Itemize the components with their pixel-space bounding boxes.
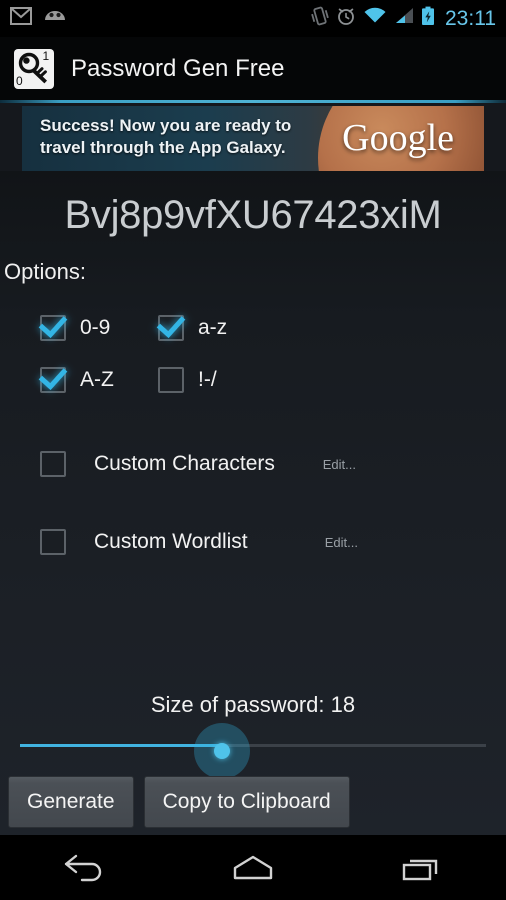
password-key-icon: 1 0 [14, 48, 54, 89]
option-label: !-/ [198, 368, 217, 391]
copy-to-clipboard-button[interactable]: Copy to Clipboard [143, 776, 350, 828]
option-label: A-Z [80, 368, 114, 391]
action-button-bar: Generate Copy to Clipboard [8, 776, 350, 828]
ad-banner[interactable]: Success! Now you are ready to travel thr… [22, 106, 484, 171]
ad-line-2: travel through the App Galaxy. [40, 138, 286, 157]
checkbox-lowercase[interactable] [158, 315, 184, 341]
signal-icon [394, 7, 414, 30]
option-custom-characters[interactable]: Custom Characters Edit... [0, 440, 506, 488]
generate-button[interactable]: Generate [8, 776, 134, 828]
option-symbols[interactable]: !-/ [158, 367, 217, 393]
home-icon[interactable] [169, 835, 338, 900]
password-size-slider[interactable] [20, 723, 486, 779]
title-bar-accent-line [0, 100, 506, 103]
status-bar-left-icons [10, 7, 68, 30]
checkbox-row: 0-9 a-z [40, 302, 506, 354]
android-mascot-icon [42, 7, 68, 30]
svg-text:0: 0 [16, 74, 23, 88]
edit-custom-wordlist-link[interactable]: Edit... [325, 535, 358, 550]
option-label: 0-9 [80, 316, 111, 339]
ad-headline: Success! Now you are ready to travel thr… [40, 115, 291, 159]
option-uppercase[interactable]: A-Z [40, 367, 158, 393]
checkbox-uppercase[interactable] [40, 367, 66, 393]
checkbox-custom-wordlist[interactable] [40, 529, 66, 555]
slider-fill [20, 744, 222, 747]
checkbox-symbols[interactable] [158, 367, 184, 393]
app-title-text: Password Gen Free [71, 54, 285, 82]
vibrate-icon [311, 6, 329, 31]
option-lowercase[interactable]: a-z [158, 315, 227, 341]
wifi-icon [363, 7, 387, 30]
generated-password[interactable]: Bvj8p9vfXU67423xiM [0, 171, 506, 238]
status-bar-right-icons: 23:11 [311, 6, 496, 31]
android-screen: 23:11 1 0 Password Gen Free Success! Now… [0, 0, 506, 900]
checkbox-digits[interactable] [40, 315, 66, 341]
checkbox-row: A-Z !-/ [40, 354, 506, 406]
alarm-icon [336, 6, 356, 31]
status-bar-clock: 23:11 [445, 7, 496, 30]
options-checkbox-grid: 0-9 a-z A-Z !-/ [0, 302, 506, 406]
password-size-label: Size of password: 18 [150, 692, 356, 717]
google-logo: Google [342, 117, 454, 159]
navigation-bar [0, 835, 506, 900]
svg-text:1: 1 [43, 49, 50, 63]
slider-thumb[interactable] [194, 723, 250, 779]
status-bar: 23:11 [0, 0, 506, 37]
option-label: Custom Characters [94, 452, 275, 475]
option-digits[interactable]: 0-9 [40, 315, 158, 341]
option-custom-wordlist[interactable]: Custom Wordlist Edit... [0, 518, 506, 566]
recents-icon[interactable] [337, 835, 506, 900]
gmail-icon [10, 7, 32, 30]
option-label: Custom Wordlist [94, 530, 248, 553]
checkbox-custom-characters[interactable] [40, 451, 66, 477]
main-content: Bvj8p9vfXU67423xiM Options: 0-9 a-z A-Z [0, 171, 506, 835]
edit-custom-characters-link[interactable]: Edit... [323, 457, 356, 472]
battery-charging-icon [421, 6, 435, 31]
options-heading: Options: [4, 259, 86, 284]
back-icon[interactable] [0, 835, 169, 900]
ad-line-1: Success! Now you are ready to [40, 116, 292, 135]
option-label: a-z [198, 316, 228, 339]
app-title-bar: 1 0 Password Gen Free [0, 37, 506, 100]
